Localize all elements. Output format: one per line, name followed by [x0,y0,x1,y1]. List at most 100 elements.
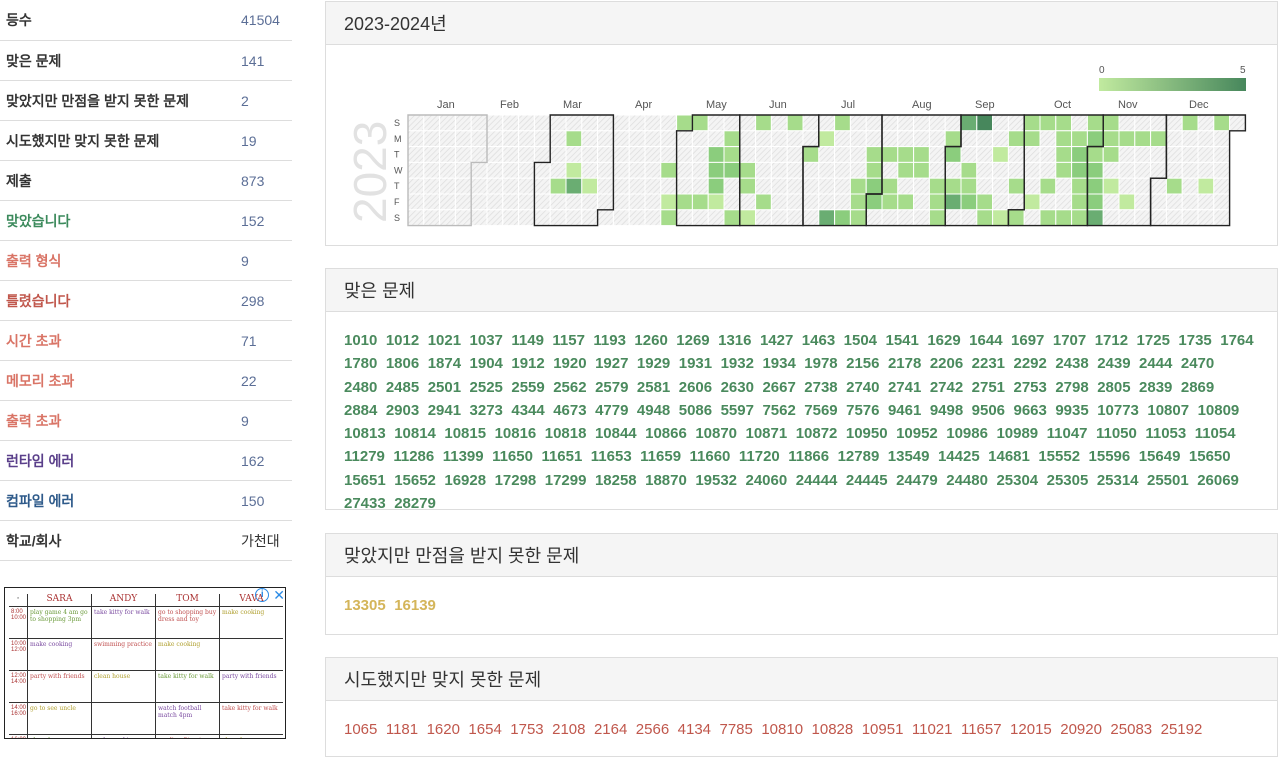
heatmap-cell[interactable] [518,130,535,148]
problem-link[interactable]: 1629 [927,332,960,349]
heatmap-cell[interactable] [581,193,599,211]
problem-link[interactable]: 2480 [344,379,377,396]
stat-label[interactable]: 맞았습니다 [0,211,236,231]
heatmap-cell[interactable] [1150,177,1167,195]
problem-link[interactable]: 1037 [470,332,503,349]
problem-link[interactable]: 11053 [1145,425,1186,442]
stat-label[interactable]: 출력 초과 [0,411,236,431]
heatmap-cell[interactable] [1150,209,1167,227]
heatmap-cell[interactable] [597,177,614,195]
problem-link[interactable]: 1806 [386,355,419,372]
heatmap-cell[interactable] [928,161,946,179]
heatmap-cell[interactable] [707,130,725,148]
heatmap-cell[interactable] [865,161,883,179]
heatmap-cell[interactable] [723,146,741,163]
problem-link[interactable]: 24444 [796,472,838,489]
heatmap-cell[interactable] [1086,177,1104,195]
problem-link[interactable]: 10828 [812,721,854,738]
heatmap-cell[interactable] [1007,146,1025,163]
heatmap-cell[interactable] [660,209,678,227]
heatmap-cell[interactable] [549,177,567,195]
heatmap-cell[interactable] [1134,146,1152,163]
heatmap-cell[interactable] [1055,161,1073,179]
heatmap-cell[interactable] [818,209,836,227]
heatmap-cell[interactable] [628,177,646,195]
problem-link[interactable]: 1504 [844,332,877,349]
heatmap-cell[interactable] [1150,146,1167,163]
heatmap-cell[interactable] [676,130,693,148]
heatmap-cell[interactable] [1118,146,1136,163]
problem-link[interactable]: 1620 [427,721,460,738]
heatmap-cell[interactable] [612,193,630,211]
problem-link[interactable]: 2738 [804,379,837,396]
problem-link[interactable]: 11279 [344,448,385,465]
heatmap-cell[interactable] [1118,114,1136,132]
heatmap-cell[interactable] [1197,209,1215,227]
heatmap-cell[interactable] [897,146,915,163]
heatmap-cell[interactable] [739,161,757,179]
heatmap-cell[interactable] [470,114,488,132]
problem-link[interactable]: 2798 [1055,379,1088,396]
heatmap-cell[interactable] [1071,161,1088,179]
heatmap-cell[interactable] [976,146,994,163]
heatmap-cell[interactable] [992,209,1009,227]
problem-link[interactable]: 1021 [428,332,461,349]
heatmap-cell[interactable] [865,114,883,132]
heatmap-cell[interactable] [565,130,583,148]
heatmap-cell[interactable] [1165,161,1183,179]
heatmap-cell[interactable] [565,114,583,132]
problem-link[interactable]: 1904 [470,355,503,372]
heatmap-cell[interactable] [628,130,646,148]
heatmap-cell[interactable] [707,146,725,163]
heatmap-cell[interactable] [549,146,567,163]
heatmap-cell[interactable] [518,161,535,179]
problem-link[interactable]: 12015 [1010,721,1052,738]
heatmap-cell[interactable] [992,177,1009,195]
heatmap-cell[interactable] [423,177,441,195]
heatmap-cell[interactable] [644,193,662,211]
heatmap-cell[interactable] [1023,130,1041,148]
problem-link[interactable]: 14425 [938,448,980,465]
heatmap-cell[interactable] [628,146,646,163]
heatmap-cell[interactable] [1039,177,1057,195]
heatmap-cell[interactable] [676,177,693,195]
heatmap-cell[interactable] [881,209,899,227]
heatmap-cell[interactable] [1007,193,1025,211]
heatmap-cell[interactable] [644,209,662,227]
heatmap-cell[interactable] [439,209,456,227]
heatmap-cell[interactable] [1007,209,1025,227]
heatmap-cell[interactable] [644,161,662,179]
problem-link[interactable]: 2485 [386,379,419,396]
problem-link[interactable]: 5597 [721,402,754,419]
heatmap-cell[interactable] [1181,161,1199,179]
heatmap-cell[interactable] [881,177,899,195]
heatmap-cell[interactable] [470,146,488,163]
problem-link[interactable]: 2606 [679,379,712,396]
heatmap-cell[interactable] [739,130,757,148]
problem-link[interactable]: 4344 [511,402,544,419]
heatmap-cell[interactable] [992,130,1009,148]
heatmap-cell[interactable] [1165,130,1183,148]
problem-link[interactable]: 7562 [762,402,795,419]
problem-link[interactable]: 2156 [846,355,879,372]
heatmap-cell[interactable] [597,146,614,163]
problem-link[interactable]: 1463 [802,332,835,349]
heatmap-cell[interactable] [1118,209,1136,227]
problem-link[interactable]: 2559 [511,379,544,396]
heatmap-cell[interactable] [1213,177,1231,195]
problem-link[interactable]: 10951 [862,721,904,738]
stat-value[interactable]: 873 [236,173,292,189]
heatmap-cell[interactable] [755,177,772,195]
problem-link[interactable]: 1735 [1178,332,1211,349]
heatmap-cell[interactable] [1039,193,1057,211]
heatmap-cell[interactable] [597,209,614,227]
heatmap-cell[interactable] [944,177,962,195]
problem-link[interactable]: 2839 [1139,379,1172,396]
problem-link[interactable]: 2525 [470,379,503,396]
heatmap-cell[interactable] [865,177,883,195]
heatmap-cell[interactable] [834,130,851,148]
problem-link[interactable]: 2751 [972,379,1005,396]
heatmap-cell[interactable] [944,130,962,148]
heatmap-cell[interactable] [533,114,551,132]
heatmap-cell[interactable] [897,209,915,227]
